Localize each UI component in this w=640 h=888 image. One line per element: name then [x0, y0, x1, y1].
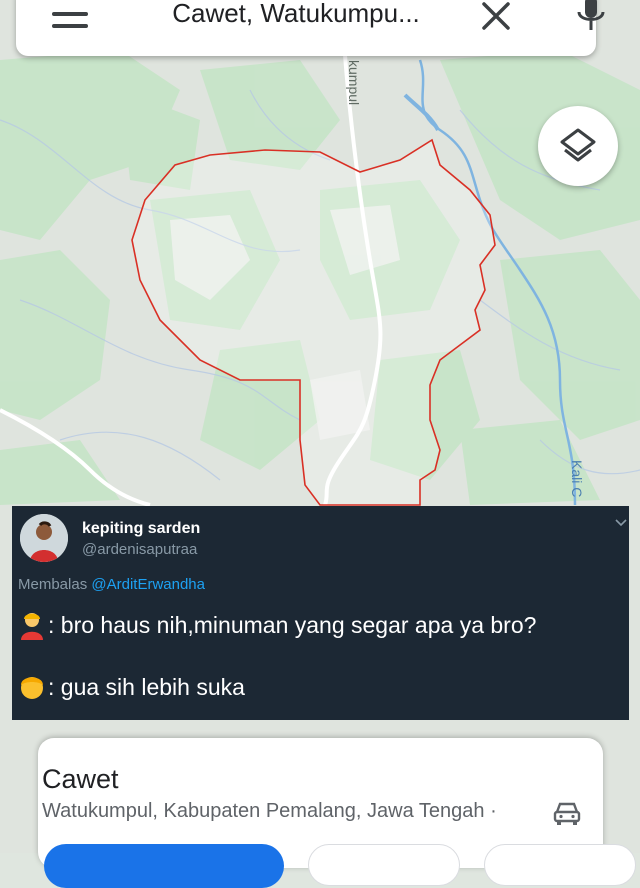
menu-icon[interactable]: [52, 4, 88, 34]
close-icon[interactable]: [478, 0, 514, 34]
search-query[interactable]: Cawet, Watukumpu...: [136, 0, 456, 38]
avatar[interactable]: [20, 514, 68, 562]
mic-icon[interactable]: [574, 0, 608, 34]
car-icon[interactable]: [552, 800, 582, 826]
place-sheet[interactable]: Cawet Watukumpul, Kabupaten Pemalang, Ja…: [38, 738, 636, 888]
tweet-overlay: kepiting sarden @ardenisaputraa Membalas…: [12, 506, 629, 720]
tweet-line-1: : bro haus nih,minuman yang segar apa ya…: [18, 610, 536, 640]
person-blond-face-emoji: [21, 677, 43, 699]
search-bar[interactable]: Cawet, Watukumpu...: [16, 0, 605, 56]
tweet-line-2-text: : gua sih lebih suka: [48, 673, 245, 700]
tweet-line-2: : gua sih lebih suka: [18, 672, 245, 702]
tweet-line-1-text: : bro haus nih,minuman yang segar apa ya…: [48, 611, 537, 638]
action-button-2[interactable]: [308, 844, 460, 886]
layers-button[interactable]: [538, 106, 618, 186]
directions-button[interactable]: [44, 844, 284, 888]
tweet-author-name[interactable]: kepiting sarden: [82, 520, 200, 538]
reply-context: Membalas @ArditErwandha: [18, 576, 205, 593]
road-label: kumpul: [346, 60, 362, 106]
place-title: Cawet: [42, 764, 119, 794]
chevron-down-icon[interactable]: [614, 518, 628, 528]
layers-icon: [560, 128, 596, 162]
tweet-author-handle[interactable]: @ardenisaputraa: [82, 541, 197, 558]
person-blond-emoji: [21, 613, 43, 640]
reply-prefix: Membalas: [18, 576, 88, 593]
place-subtitle: Watukumpul, Kabupaten Pemalang, Jawa Ten…: [42, 800, 497, 822]
reply-mention-link[interactable]: @ArditErwandha: [91, 576, 205, 593]
action-button-3[interactable]: [484, 844, 636, 886]
river-label: Kali C: [569, 460, 585, 498]
